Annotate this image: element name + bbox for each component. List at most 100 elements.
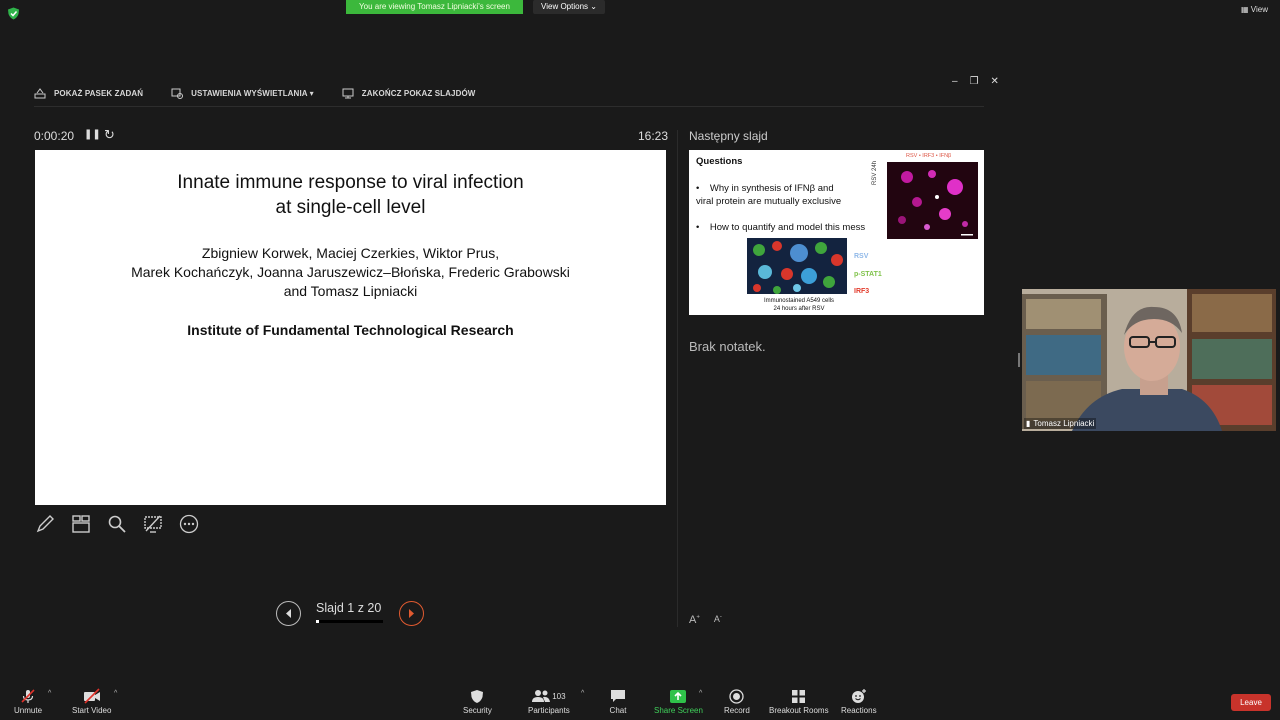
next-slide-preview[interactable]: Questions • Why in synthesis of IFNβ and… xyxy=(689,150,984,315)
slide-authors: Zbigniew Korwek, Maciej Czerkies, Wiktor… xyxy=(35,244,666,301)
image-label: RSV • IRF3 • IFNβ xyxy=(906,153,952,159)
pen-icon xyxy=(36,515,54,533)
bullet-text: How to quantify and model this mess xyxy=(709,222,866,233)
caption-line: 24 hours after RSV xyxy=(773,306,825,312)
slide-progress-track xyxy=(316,620,383,623)
participant-name-tag: ▮ Tomasz Lipniacki xyxy=(1024,418,1097,429)
bullet-text: viral protein are mutually exclusive xyxy=(696,196,842,207)
next-slide-bullet: • How to quantify and model this mess xyxy=(696,222,866,233)
unmute-label: Unmute xyxy=(14,706,43,715)
participants-icon xyxy=(532,690,551,702)
audio-options-caret[interactable]: ^ xyxy=(48,690,51,697)
arrow-right-icon xyxy=(409,609,414,618)
video-options-caret[interactable]: ^ xyxy=(114,690,117,697)
reactions-icon xyxy=(851,689,866,703)
show-taskbar-button[interactable]: POKAŻ PASEK ZADAŃ xyxy=(34,86,143,100)
legend-irf3: IRF3 xyxy=(854,288,870,295)
next-slide-label: Następny slajd xyxy=(689,129,768,143)
slide-tools xyxy=(34,513,200,535)
participants-caret[interactable]: ^ xyxy=(581,690,584,697)
slide-title-line: Innate immune response to viral infectio… xyxy=(177,172,524,193)
video-off-icon xyxy=(83,688,100,704)
share-options-caret[interactable]: ^ xyxy=(699,690,702,697)
end-slideshow-button[interactable]: ZAKOŃCZ POKAZ SLAJDÓW xyxy=(342,86,476,100)
magnifier-icon xyxy=(108,515,126,533)
mic-muted-icon xyxy=(21,689,35,703)
slides-grid-icon xyxy=(72,515,90,533)
black-screen-tool[interactable] xyxy=(142,513,164,535)
grid-icon: ▦ xyxy=(1241,5,1249,14)
breakout-rooms-button[interactable]: Breakout Rooms xyxy=(769,688,829,715)
reactions-button[interactable]: Reactions xyxy=(841,688,877,715)
chat-icon xyxy=(611,690,625,702)
clock-time: 16:23 xyxy=(638,129,669,143)
show-taskbar-label: POKAŻ PASEK ZADAŃ xyxy=(54,88,144,98)
arrow-left-icon xyxy=(286,609,291,618)
current-slide[interactable]: Innate immune response to viral infectio… xyxy=(35,150,666,505)
toolbar-divider xyxy=(34,106,984,107)
record-button[interactable]: Record xyxy=(724,688,750,715)
participants-label: Participants xyxy=(528,706,570,715)
previous-slide-button[interactable] xyxy=(276,601,301,626)
see-all-slides-tool[interactable] xyxy=(70,513,92,535)
slide-progress-fill xyxy=(316,620,319,623)
next-slide-bullet: • Why in synthesis of IFNβ and viral pro… xyxy=(696,182,881,208)
authors-line: Marek Kochańczyk, Joanna Jaruszewicz–Bło… xyxy=(131,264,570,280)
pen-tool[interactable] xyxy=(34,513,56,535)
shield-icon[interactable] xyxy=(7,7,20,20)
notes-font-controls: A+ A- xyxy=(689,614,722,626)
share-screen-icon xyxy=(670,689,687,703)
speaker-notes[interactable]: Brak notatek. xyxy=(689,339,766,354)
zoom-tool[interactable] xyxy=(106,513,128,535)
participants-count: 103 xyxy=(552,691,566,701)
participants-button[interactable]: 103 Participants xyxy=(528,688,570,715)
legend-rsv: RSV xyxy=(854,253,869,260)
authors-line: and Tomasz Lipniacki xyxy=(283,283,418,299)
bullet-text: Why in synthesis of IFNβ and xyxy=(709,183,834,194)
slide-institute: Institute of Fundamental Technological R… xyxy=(187,322,514,338)
font-decrease-icon[interactable]: A- xyxy=(714,614,722,626)
elapsed-timer: 0:00:20 xyxy=(34,129,75,143)
participant-video[interactable]: ▮ Tomasz Lipniacki xyxy=(1022,289,1276,431)
font-increase-icon[interactable]: A+ xyxy=(689,614,700,626)
next-slide-button[interactable] xyxy=(399,601,424,626)
view-label: View xyxy=(1250,5,1268,14)
reactions-label: Reactions xyxy=(841,706,877,715)
view-button[interactable]: ▦ View xyxy=(1241,5,1268,14)
authors-line: Zbigniew Korwek, Maciej Czerkies, Wiktor… xyxy=(201,245,500,261)
display-settings-icon xyxy=(171,88,184,99)
security-button[interactable]: Security xyxy=(463,688,492,715)
share-screen-label: Share Screen xyxy=(654,706,703,715)
slide-counter[interactable]: Slajd 1 z 20 xyxy=(316,601,381,615)
leave-button[interactable]: Leave xyxy=(1231,694,1271,711)
pause-icon[interactable]: ❚❚ xyxy=(84,129,101,140)
display-settings-button[interactable]: USTAWIENIA WYŚWIETLANIA ▾ xyxy=(171,86,314,100)
more-tool[interactable] xyxy=(178,513,200,535)
pane-splitter[interactable] xyxy=(677,130,678,627)
video-panel-handle[interactable] xyxy=(1018,353,1020,367)
taskbar-icon xyxy=(34,87,46,98)
chat-button[interactable]: Chat xyxy=(609,688,627,715)
immunostained-cells-image xyxy=(747,238,847,294)
image-legend: RSV p-STAT1 IRF3 xyxy=(854,248,882,301)
unmute-button[interactable]: Unmute xyxy=(14,688,42,715)
share-screen-button[interactable]: Share Screen xyxy=(654,688,703,715)
window-controls: – ❐ ✕ xyxy=(952,76,999,87)
screen-slash-icon xyxy=(144,515,162,533)
minimize-icon[interactable]: – xyxy=(952,76,958,87)
close-icon[interactable]: ✕ xyxy=(991,76,999,87)
slide-title: Innate immune response to viral infectio… xyxy=(35,170,666,220)
end-slideshow-icon xyxy=(342,88,354,98)
restore-icon[interactable]: ❐ xyxy=(970,76,979,87)
chevron-down-icon: ⌄ xyxy=(590,2,597,11)
security-label: Security xyxy=(463,706,492,715)
start-video-label: Start Video xyxy=(72,706,112,715)
restart-icon[interactable]: ↻ xyxy=(104,127,115,143)
view-options-button[interactable]: View Options ⌄ xyxy=(533,0,605,14)
legend-pstat1: p-STAT1 xyxy=(854,270,882,278)
display-settings-label: USTAWIENIA WYŚWIETLANIA ▾ xyxy=(191,88,314,98)
viewing-banner: You are viewing Tomasz Lipniacki's scree… xyxy=(346,0,523,14)
start-video-button[interactable]: Start Video xyxy=(72,688,111,715)
slide-title-line: at single-cell level xyxy=(275,197,426,218)
participant-name: Tomasz Lipniacki xyxy=(1033,419,1095,428)
